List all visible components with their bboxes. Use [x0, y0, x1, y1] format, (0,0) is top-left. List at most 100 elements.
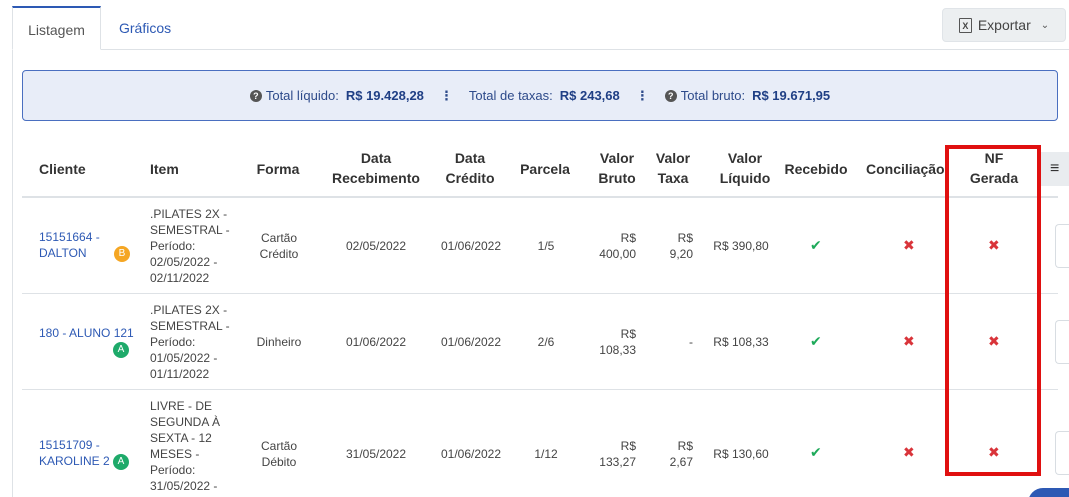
item-line: .PILATES 2X -: [150, 207, 228, 221]
date-credit: 01/06/2022: [440, 447, 502, 461]
vertical-dots-icon: ⋮: [439, 87, 453, 103]
col-header-text: Valor: [727, 150, 763, 166]
col-header-text: Data: [360, 150, 392, 166]
gross-value-text: 133,27: [599, 455, 636, 469]
total-fees-label: Total de taxas:: [468, 88, 553, 103]
export-button[interactable]: X Exportar ⌄: [942, 8, 1066, 42]
chevron-down-icon: ⌄: [1040, 19, 1050, 31]
item-line: SEMESTRAL -: [150, 319, 230, 333]
question-icon[interactable]: ?: [664, 89, 677, 102]
payment-method: Dinheiro: [256, 335, 302, 349]
total-fees-value: R$ 243,68: [559, 88, 620, 103]
cross-icon: ✖: [988, 444, 1000, 460]
client-badge: A: [113, 342, 129, 358]
col-header-conciliacao[interactable]: Conciliação: [866, 159, 950, 179]
column-menu-icon[interactable]: ≡: [1040, 152, 1069, 186]
col-header-valor-liquido[interactable]: Valor Líquido: [708, 148, 782, 188]
installment: 1/12: [534, 447, 558, 461]
net-value: R$ 390,80: [713, 239, 769, 253]
client-badge: A: [113, 454, 129, 470]
col-header-text: NF: [984, 150, 1004, 166]
col-header-text: Recebimento: [332, 170, 420, 186]
col-header-recebido[interactable]: Recebido: [780, 159, 852, 179]
col-header-cliente[interactable]: Cliente: [39, 159, 86, 179]
col-header-valor-taxa[interactable]: Valor Taxa: [650, 148, 696, 188]
client-link[interactable]: 180 - ALUNO 121: [39, 325, 134, 341]
item-line: 31/05/2022 -: [150, 479, 218, 493]
col-header-data-credito[interactable]: Data Crédito: [436, 148, 504, 188]
cross-icon: ✖: [903, 333, 915, 349]
client-text: 15151664 -: [39, 230, 100, 244]
export-label: Exportar: [977, 17, 1031, 33]
cross-icon: ✖: [988, 333, 1000, 349]
total-gross: ? Total bruto: R$ 19.671,95: [664, 88, 831, 103]
item-line: SEMESTRAL -: [150, 223, 230, 237]
net-value: R$ 108,33: [713, 335, 769, 349]
date-credit: 01/06/2022: [440, 335, 502, 349]
row-actions-button[interactable]: [1055, 431, 1069, 475]
payment-method: Cartão Débito: [250, 438, 308, 470]
header-divider: [22, 196, 1058, 198]
date-received: 02/05/2022: [345, 239, 407, 253]
col-header-valor-bruto[interactable]: Valor Bruto: [592, 148, 642, 188]
item-line: LIVRE - DE: [150, 399, 213, 413]
col-header-text: Valor: [655, 150, 691, 166]
col-header-parcela[interactable]: Parcela: [515, 159, 575, 179]
payment-method-text: Cartão: [260, 231, 298, 245]
item-line: 02/11/2022: [150, 271, 210, 285]
client-badge: B: [114, 246, 130, 262]
totals-summary: ? Total líquido: R$ 19.428,28 ⋮ Total de…: [22, 70, 1058, 121]
col-header-data-recebimento[interactable]: Data Recebimento: [324, 148, 428, 188]
col-header-forma[interactable]: Forma: [250, 159, 306, 179]
col-header-text: Crédito: [445, 170, 495, 186]
total-gross-label: Total bruto:: [680, 88, 746, 103]
installment: 2/6: [537, 335, 555, 349]
col-header-text: Líquido: [719, 170, 771, 186]
client-text: DALTON: [39, 246, 87, 260]
date-received: 01/06/2022: [345, 335, 407, 349]
total-net-label: Total líquido:: [265, 88, 339, 103]
net-value: R$ 130,60: [713, 447, 769, 461]
gross-value-text: 108,33: [599, 343, 636, 357]
vertical-dots-icon: ⋮: [635, 87, 649, 103]
installment: 1/5: [537, 239, 555, 253]
gross-value-text: R$: [620, 327, 636, 341]
payment-method-text: Crédito: [259, 247, 299, 261]
payment-method: Cartão Crédito: [250, 230, 308, 262]
total-fees: Total de taxas: R$ 243,68: [469, 88, 620, 103]
gross-value-text: R$: [620, 439, 636, 453]
gross-value: R$ 108,33: [592, 326, 636, 358]
fee-value: R$ 2,67: [660, 438, 693, 470]
cross-icon: ✖: [903, 237, 915, 253]
row-actions-button[interactable]: [1055, 320, 1069, 364]
item-line: 02/05/2022 -: [150, 255, 218, 269]
col-header-nf-gerada[interactable]: NF Gerada: [960, 148, 1028, 188]
fee-value-text: R$: [677, 231, 693, 245]
row-actions-button[interactable]: [1055, 224, 1069, 268]
total-gross-value: R$ 19.671,95: [752, 88, 831, 103]
item-line: MESES -: [150, 447, 200, 461]
item-line: Período:: [150, 463, 196, 477]
gross-value: R$ 400,00: [592, 230, 636, 262]
fee-value: R$ 9,20: [660, 230, 693, 262]
item-line: SEGUNDA À: [150, 415, 221, 429]
item-description: .PILATES 2X - SEMESTRAL - Período: 02/05…: [150, 206, 230, 286]
date-credit: 01/06/2022: [440, 239, 502, 253]
tab-listagem[interactable]: Listagem: [12, 6, 101, 50]
tab-bar: Listagem Gráficos: [12, 6, 1069, 50]
question-icon[interactable]: ?: [249, 89, 262, 102]
gross-value-text: R$: [620, 231, 636, 245]
col-header-item[interactable]: Item: [150, 159, 179, 179]
col-header-text: Taxa: [657, 170, 689, 186]
tab-graficos[interactable]: Gráficos: [119, 6, 171, 50]
client-link[interactable]: 15151709 - KAROLINE 2: [39, 437, 110, 469]
item-line: Período:: [150, 335, 196, 349]
fee-value-text: 2,67: [669, 455, 693, 469]
item-line: 01/05/2022 -: [150, 351, 218, 365]
payment-method-text: Cartão: [260, 439, 298, 453]
item-line: .PILATES 2X -: [150, 303, 228, 317]
chat-widget-button[interactable]: [1028, 488, 1069, 497]
client-link[interactable]: 15151664 - DALTON: [39, 229, 100, 261]
client-text: 15151709 -: [39, 438, 100, 452]
col-header-text: Data: [454, 150, 486, 166]
